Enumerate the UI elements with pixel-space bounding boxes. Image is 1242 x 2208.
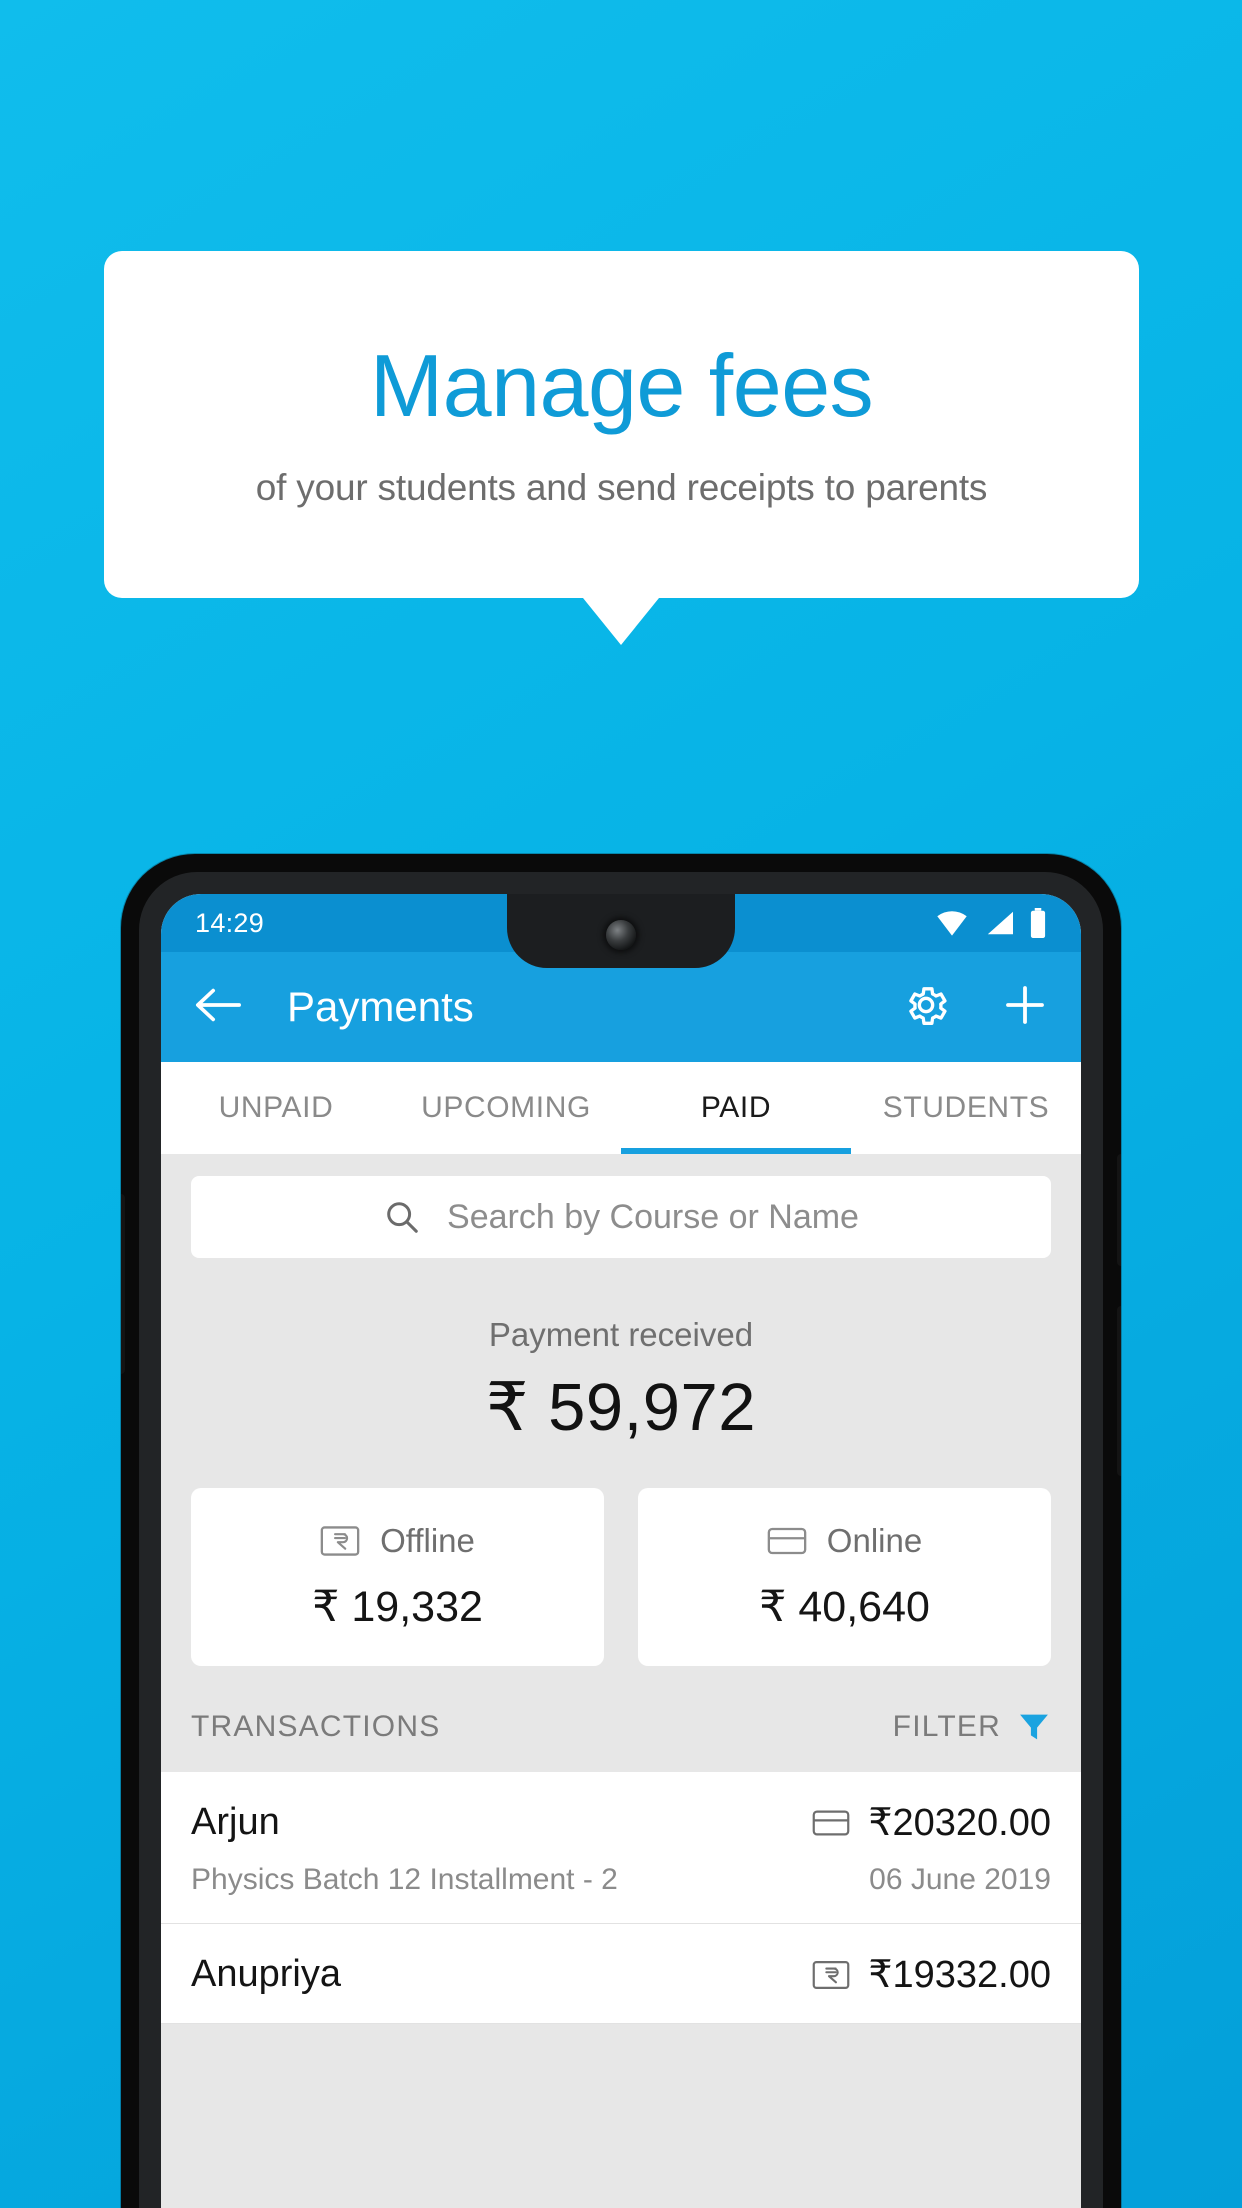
filter-button[interactable]: FILTER xyxy=(893,1710,1051,1744)
battery-icon xyxy=(1030,908,1046,938)
payment-received-amount: ₹ 59,972 xyxy=(485,1370,757,1445)
online-card-amount: ₹ 40,640 xyxy=(759,1583,930,1631)
settings-button[interactable] xyxy=(901,980,951,1035)
phone-bezel: 14:29 Payments UNPAID UPCOMING PAID STUD… xyxy=(139,872,1103,2208)
app-bar: Payments xyxy=(161,952,1081,1062)
tab-unpaid[interactable]: UNPAID xyxy=(161,1062,391,1154)
transaction-date: 06 June 2019 xyxy=(869,1863,1051,1896)
signal-icon xyxy=(987,911,1013,935)
tab-paid[interactable]: PAID xyxy=(621,1062,851,1154)
online-card-label: Online xyxy=(826,1522,923,1559)
gear-icon xyxy=(909,986,947,1025)
transaction-amount-group: ₹19332.00 xyxy=(812,1952,1051,1997)
transaction-amount-group: ₹20320.00 xyxy=(812,1800,1051,1845)
content-area: Search by Course or Name Payment receive… xyxy=(161,1154,1081,2208)
payment-received-label: Payment received xyxy=(488,1316,754,1353)
offline-card-label: Offline xyxy=(380,1522,475,1559)
page-title: Manage fees xyxy=(369,336,874,436)
offline-card-head: Offline xyxy=(191,1522,604,1560)
callout-card: Manage fees of your students and send re… xyxy=(104,251,1139,598)
search-input[interactable]: Search by Course or Name xyxy=(191,1176,1051,1258)
search-placeholder: Search by Course or Name xyxy=(447,1197,859,1236)
transaction-name: Arjun xyxy=(191,1801,280,1843)
credit-card-icon xyxy=(812,1810,850,1835)
phone-mockup: 14:29 Payments UNPAID UPCOMING PAID STUD… xyxy=(121,854,1121,2208)
transaction-primary-line: Arjun ₹20320.00 xyxy=(191,1800,1051,1845)
phone-button-right-upper xyxy=(1117,1154,1121,1266)
search-icon xyxy=(387,1202,418,1233)
page-subtitle: of your students and send receipts to pa… xyxy=(255,466,988,508)
credit-card-icon xyxy=(767,1527,807,1555)
online-card[interactable]: Online ₹ 40,640 xyxy=(638,1488,1051,1666)
payment-method-cards: Offline ₹ 19,332 Online ₹ 40,640 xyxy=(161,1446,1081,1666)
rupee-note-icon xyxy=(812,1960,850,1989)
transaction-amount: ₹19332.00 xyxy=(868,1954,1051,1996)
transactions-list: Arjun ₹20320.00 Physics Batch 12 Install… xyxy=(161,1772,1081,2024)
table-row[interactable]: Anupriya ₹19332.00 xyxy=(161,1924,1081,2024)
phone-button-left xyxy=(121,1194,125,1374)
transactions-header: TRANSACTIONS FILTER xyxy=(161,1666,1081,1772)
status-bar-time: 14:29 xyxy=(195,907,265,938)
app-bar-actions xyxy=(901,980,1049,1035)
status-bar-icons xyxy=(935,908,1047,938)
offline-card[interactable]: Offline ₹ 19,332 xyxy=(191,1488,604,1666)
table-row[interactable]: Arjun ₹20320.00 Physics Batch 12 Install… xyxy=(161,1772,1081,1924)
front-camera-icon xyxy=(606,920,636,950)
filter-label: FILTER xyxy=(892,1710,1001,1743)
tab-upcoming[interactable]: UPCOMING xyxy=(391,1062,621,1154)
rupee-note-icon xyxy=(320,1526,360,1556)
transaction-primary-line: Anupriya ₹19332.00 xyxy=(191,1952,1051,1997)
offline-card-amount: ₹ 19,332 xyxy=(312,1583,483,1631)
transaction-secondary-line: Physics Batch 12 Installment - 2 06 June… xyxy=(191,1863,1051,1897)
callout-tail xyxy=(583,598,659,645)
arrow-left-icon xyxy=(195,988,241,1021)
search-container: Search by Course or Name xyxy=(161,1154,1081,1258)
transaction-description: Physics Batch 12 Installment - 2 xyxy=(191,1863,618,1896)
app-bar-title: Payments xyxy=(287,983,474,1030)
tab-bar: UNPAID UPCOMING PAID STUDENTS xyxy=(161,1062,1081,1154)
transaction-name: Anupriya xyxy=(191,1953,341,1995)
back-button[interactable] xyxy=(193,985,243,1030)
funnel-icon xyxy=(1020,1714,1048,1740)
transaction-amount: ₹20320.00 xyxy=(868,1802,1051,1844)
add-button[interactable] xyxy=(1001,981,1049,1034)
wifi-icon xyxy=(937,911,967,936)
phone-button-right-lower xyxy=(1117,1306,1121,1476)
phone-screen: 14:29 Payments UNPAID UPCOMING PAID STUD… xyxy=(161,894,1081,2208)
payment-summary: Payment received ₹ 59,972 xyxy=(161,1258,1081,1446)
tab-students[interactable]: STUDENTS xyxy=(851,1062,1081,1154)
transactions-title: TRANSACTIONS xyxy=(191,1710,441,1743)
plus-icon xyxy=(1006,985,1044,1024)
online-card-head: Online xyxy=(638,1522,1051,1560)
